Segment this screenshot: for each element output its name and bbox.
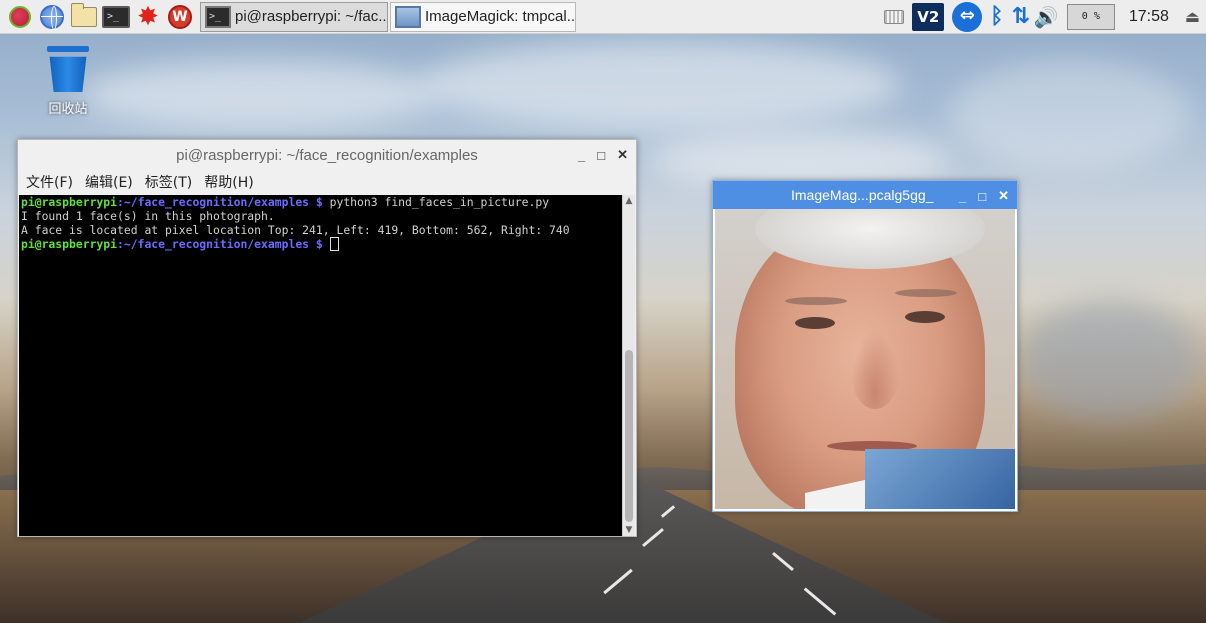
wolfram-icon: W (168, 4, 192, 29)
minimize-button[interactable]: _ (959, 189, 966, 204)
window-controls: _ □ ✕ (959, 181, 1009, 211)
terminal-window: pi@raspberrypi: ~/face_recognition/examp… (17, 139, 637, 537)
terminal-line: I found 1 face(s) in this photograph. (21, 209, 275, 223)
top-panel: >_ ✸ W >_ pi@raspberrypi: ~/fac... Image… (0, 0, 1206, 34)
trash-icon (49, 56, 87, 92)
taskbar-label: ImageMagick: tmpcal... (425, 8, 576, 25)
cpu-monitor[interactable]: 0 % (1066, 3, 1115, 30)
command-text: python3 find_faces_in_picture.py (322, 195, 550, 209)
menu-bar: 文件(F) 编辑(E) 标签(T) 帮助(H) (18, 170, 636, 194)
maximize-button[interactable]: □ (978, 189, 986, 204)
mathematica-launcher[interactable]: ✸ (134, 3, 162, 31)
menu-help[interactable]: 帮助(H) (204, 172, 253, 192)
vnc-icon[interactable]: V2 (912, 2, 945, 31)
keyboard-icon[interactable] (884, 9, 905, 24)
prompt-path: :~/face_recognition/examples $ (117, 195, 323, 209)
mathematica-icon: ✸ (137, 1, 159, 32)
command-text (323, 237, 330, 251)
imagemagick-icon (395, 5, 421, 28)
menu-edit[interactable]: 编辑(E) (85, 172, 133, 192)
taskbar-button-terminal[interactable]: >_ pi@raspberrypi: ~/fac... (200, 1, 388, 32)
folder-icon (71, 2, 97, 27)
maximize-button[interactable]: □ (597, 148, 605, 163)
suit-shape (865, 449, 1015, 509)
menu-file[interactable]: 文件(F) (26, 172, 73, 192)
bluetooth-icon[interactable]: ᛒ (990, 4, 1003, 29)
desktop-icon-trash[interactable]: 回收站 (40, 46, 96, 117)
window-title: pi@raspberrypi: ~/face_recognition/examp… (176, 146, 478, 164)
left-brow (785, 297, 847, 305)
taskbar-label: pi@raspberrypi: ~/fac... (235, 8, 388, 25)
scrollbar-thumb[interactable] (625, 350, 633, 522)
desktop-icon-label: 回收站 (48, 102, 88, 117)
network-icon[interactable]: ⇅ (1011, 4, 1030, 29)
close-button[interactable]: ✕ (998, 188, 1009, 204)
terminal-icon: >_ (205, 5, 231, 28)
web-browser-launcher[interactable] (38, 3, 66, 31)
volume-icon[interactable]: 🔊 (1034, 5, 1059, 29)
clock[interactable]: 17:58 (1129, 8, 1169, 26)
scroll-up-icon[interactable]: ▲ (623, 195, 635, 207)
nose-shape (850, 329, 900, 409)
prompt-path: :~/face_recognition/examples $ (117, 237, 323, 251)
globe-icon (40, 4, 64, 30)
window-title: ImageMag...pcalg5gg_ (791, 187, 934, 203)
prompt-user: pi@raspberrypi (21, 237, 118, 251)
menu-tabs[interactable]: 标签(T) (145, 172, 192, 192)
trash-lid (47, 46, 89, 52)
scroll-down-icon[interactable]: ▼ (623, 524, 635, 536)
terminal-line: pi@raspberrypi:~/face_recognition/exampl… (21, 237, 623, 251)
terminal-icon: >_ (102, 5, 130, 28)
terminal-line: pi@raspberrypi:~/face_recognition/exampl… (21, 195, 623, 209)
cloud (80, 60, 440, 130)
terminal-output[interactable]: pi@raspberrypi:~/face_recognition/exampl… (19, 195, 623, 536)
launcher-bar: >_ ✸ W (0, 2, 194, 31)
minimize-button[interactable]: _ (578, 148, 585, 163)
right-eye (905, 311, 945, 323)
raspberry-icon (9, 5, 31, 28)
face-image (715, 209, 1015, 509)
terminal-line: A face is located at pixel location Top:… (21, 223, 570, 237)
taskbar-button-imagemagick[interactable]: ImageMagick: tmpcal... (390, 1, 576, 32)
raspberry-menu-button[interactable] (6, 3, 34, 31)
wolfram-launcher[interactable]: W (166, 3, 194, 31)
eject-icon[interactable]: ⏏ (1185, 7, 1200, 26)
terminal-launcher[interactable]: >_ (102, 3, 130, 31)
window-titlebar[interactable]: ImageMag...pcalg5gg_ _ □ ✕ (713, 181, 1017, 209)
cloud (950, 60, 1190, 170)
file-manager-launcher[interactable] (70, 2, 98, 31)
window-controls: _ □ ✕ (578, 140, 628, 170)
system-tray: V2 ⇔ ᛒ ⇅ 🔊 0 % 17:58 ⏏ (884, 1, 1206, 32)
text-cursor (329, 237, 339, 251)
left-eye (795, 317, 835, 329)
imagemagick-window: ImageMag...pcalg5gg_ _ □ ✕ (712, 180, 1018, 512)
window-titlebar[interactable]: pi@raspberrypi: ~/face_recognition/examp… (18, 140, 636, 170)
cloud (420, 40, 900, 130)
close-button[interactable]: ✕ (617, 147, 628, 163)
right-brow (895, 289, 957, 297)
teamviewer-icon[interactable]: ⇔ (952, 1, 983, 32)
cloud (1020, 300, 1200, 420)
prompt-user: pi@raspberrypi (21, 195, 118, 209)
scrollbar[interactable]: ▲ ▼ (622, 195, 635, 536)
